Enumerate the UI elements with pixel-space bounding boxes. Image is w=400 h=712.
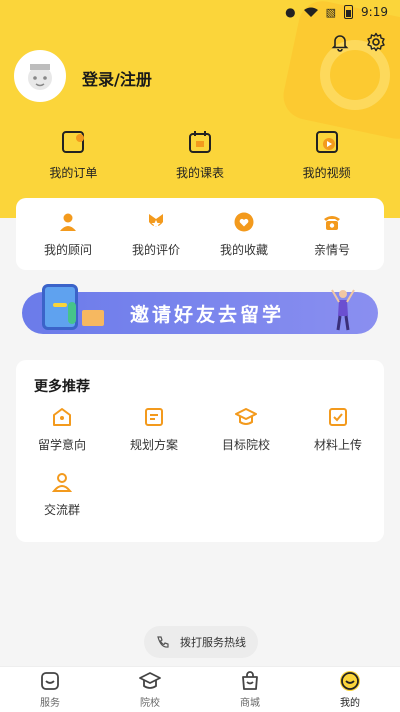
my-advisor-button[interactable]: 我的顾问	[28, 211, 108, 258]
shop-icon	[242, 671, 258, 690]
target-schools-label: 目标院校	[221, 438, 270, 452]
no-sim-icon: ▧	[325, 5, 337, 19]
tab-service-label: 服务	[40, 698, 60, 709]
schedule-icon	[188, 131, 211, 153]
tab-school-label: 院校	[140, 698, 160, 709]
order-shortcuts: 我的订单 我的课表 我的视频	[0, 128, 400, 181]
material-upload-button[interactable]: 材料上传	[292, 406, 384, 453]
planning-scheme-button[interactable]: 规划方案	[108, 406, 200, 453]
login-register-link[interactable]: 登录/注册	[82, 66, 152, 90]
plant-illustration	[68, 302, 76, 324]
school-icon	[139, 672, 161, 689]
my-videos-button[interactable]: 我的视频	[282, 128, 372, 181]
upload-icon	[329, 408, 347, 426]
my-videos-label: 我的视频	[302, 166, 351, 180]
banner-text: 邀请好友去留学	[130, 304, 285, 326]
order-icon	[62, 131, 85, 153]
invite-friends-banner[interactable]: 邀请好友去留学	[22, 284, 378, 334]
more-recommendations-title: 更多推荐	[34, 379, 90, 395]
graduation-cap-icon	[235, 408, 257, 425]
target-schools-button[interactable]: 目标院校	[200, 406, 292, 453]
planning-scheme-label: 规划方案	[129, 438, 178, 452]
profile-header: ● ▧ 9:19 登录/注册 我的订单 我的课表 我的视频	[0, 0, 400, 218]
my-schedule-button[interactable]: 我的课表	[155, 128, 245, 181]
wifi-icon	[303, 7, 318, 17]
group-icon	[51, 473, 73, 492]
service-hotline-button[interactable]: 拨打服务热线	[144, 626, 258, 658]
status-bar: ● ▧ 9:19	[0, 0, 400, 24]
tab-profile[interactable]: 我的	[320, 670, 380, 709]
header-actions	[330, 32, 386, 52]
video-icon	[315, 131, 338, 153]
gear-icon[interactable]	[366, 32, 386, 52]
family-number-button[interactable]: 亲情号	[292, 211, 372, 258]
cheering-person-illustration	[331, 289, 355, 331]
quick-links-card: 我的顾问 我的评价 我的收藏 亲情号	[16, 198, 384, 270]
tab-shop-label: 商城	[240, 698, 260, 709]
box-illustration	[82, 310, 104, 326]
advisor-icon	[60, 213, 76, 231]
tab-profile-label: 我的	[340, 698, 360, 709]
favorite-icon	[234, 212, 254, 231]
tab-shop[interactable]: 商城	[220, 670, 280, 709]
battery-icon	[344, 5, 354, 19]
telephone-icon	[157, 636, 169, 648]
more-recommendations-card: 更多推荐 留学意向 规划方案 目标院校 材料上传 交流群	[16, 360, 384, 542]
study-intention-label: 留学意向	[37, 438, 86, 452]
notification-dot-icon: ●	[285, 5, 296, 19]
profile-icon	[340, 671, 360, 691]
rating-icon	[149, 213, 163, 228]
study-intention-button[interactable]: 留学意向	[16, 406, 108, 453]
service-icon	[41, 672, 59, 690]
my-favorites-label: 我的收藏	[219, 242, 268, 257]
phone-icon	[324, 215, 340, 230]
my-orders-label: 我的订单	[49, 166, 98, 180]
home-icon	[53, 408, 71, 426]
avatar[interactable]	[14, 50, 66, 102]
my-ratings-button[interactable]: 我的评价	[116, 211, 196, 258]
my-orders-button[interactable]: 我的订单	[28, 128, 118, 181]
my-advisor-label: 我的顾问	[43, 242, 92, 257]
bell-icon[interactable]	[330, 32, 350, 52]
recommendations-grid: 留学意向 规划方案 目标院校 材料上传 交流群	[16, 406, 384, 518]
my-schedule-label: 我的课表	[175, 166, 224, 180]
plan-icon	[145, 408, 163, 426]
family-number-label: 亲情号	[313, 242, 350, 257]
student-avatar-icon	[28, 64, 52, 90]
tab-school[interactable]: 院校	[120, 670, 180, 709]
my-ratings-label: 我的评价	[131, 242, 180, 257]
my-favorites-button[interactable]: 我的收藏	[204, 211, 284, 258]
discussion-group-button[interactable]: 交流群	[16, 471, 108, 518]
discussion-group-label: 交流群	[43, 503, 80, 517]
bottom-tab-bar: 服务 院校 商城 我的	[0, 666, 400, 712]
status-time: 9:19	[361, 5, 388, 19]
tab-service[interactable]: 服务	[20, 670, 80, 709]
material-upload-label: 材料上传	[313, 438, 362, 452]
service-hotline-label: 拨打服务热线	[180, 636, 246, 649]
